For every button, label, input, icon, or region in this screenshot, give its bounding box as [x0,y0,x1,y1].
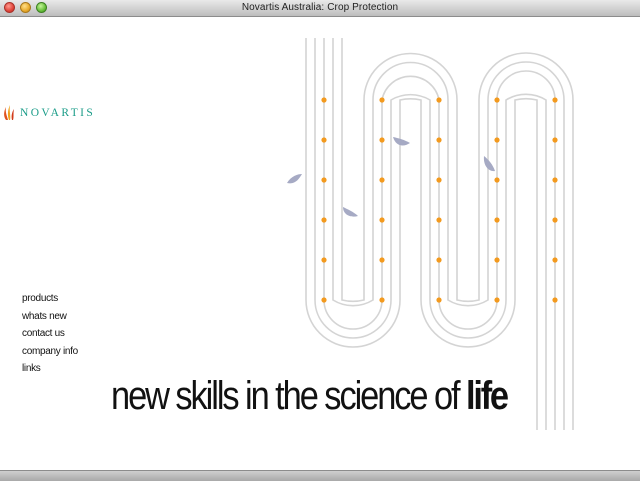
seed-dot [436,137,442,143]
seed-dot [494,257,500,263]
seed-dot [494,217,500,223]
seed-dot [436,217,442,223]
seed-dot [494,177,500,183]
slogan: new skills in the science of life [111,374,509,419]
seed-dot [494,137,500,143]
leaf-icon [343,207,358,217]
seed-dot [321,217,327,223]
seed-dot [321,177,327,183]
leaf-icon [483,156,495,172]
seed-dot [379,217,385,223]
track-line [332,38,565,430]
seed-dot [379,97,385,103]
seed-dot [552,297,558,303]
seed-dot [379,137,385,143]
seed-dot [552,217,558,223]
seed-dot [436,177,442,183]
seed-dot [436,257,442,263]
slogan-text: new skills in the science of [111,374,467,418]
seed-dot [552,257,558,263]
serpentine-tracks [305,38,574,430]
seed-dot [436,297,442,303]
seed-dot [552,177,558,183]
seed-dot [379,257,385,263]
track-line [323,38,556,430]
window-bottom-bar [0,470,640,481]
seed-dot [494,297,500,303]
seed-dot [552,97,558,103]
seed-dot [494,97,500,103]
seed-dot [321,137,327,143]
seed-dot [321,297,327,303]
track-line [314,38,547,430]
leaf-icon [287,174,302,184]
seed-dot [321,257,327,263]
seed-dot [436,97,442,103]
slogan-emphasis: life [466,374,509,418]
seed-dot [321,97,327,103]
seed-dot [552,137,558,143]
leaf-icon [393,137,410,146]
seed-dot [379,177,385,183]
seed-dot [379,297,385,303]
